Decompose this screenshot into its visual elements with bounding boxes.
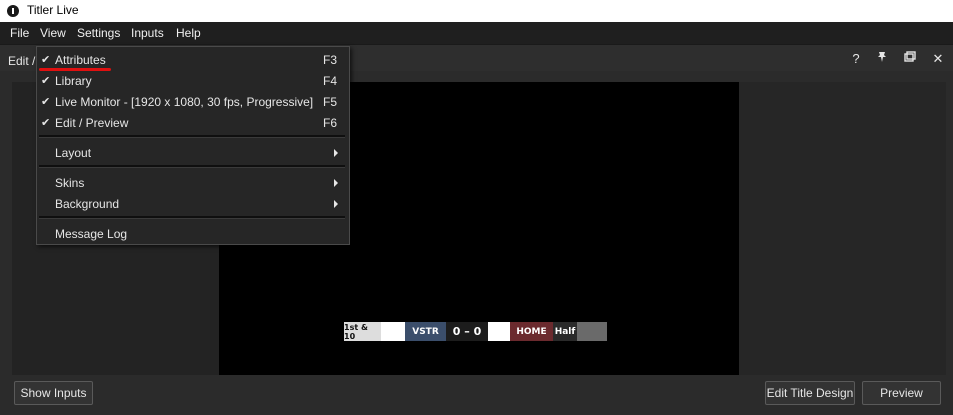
edit-title-design-button[interactable]: Edit Title Design	[765, 381, 855, 405]
pin-icon[interactable]	[874, 51, 890, 67]
menu-settings[interactable]: Settings	[77, 26, 120, 40]
scorebug-clock	[577, 322, 607, 341]
submenu-arrow-icon	[334, 179, 338, 187]
restore-icon[interactable]	[902, 51, 918, 67]
scorebug: 1st & 10 VSTR 0 – 0 HOME Half	[344, 322, 607, 341]
menu-item-shortcut: F6	[323, 116, 338, 130]
check-icon: ✔	[41, 117, 51, 129]
menu-item-label: Skins	[55, 176, 85, 190]
show-inputs-button[interactable]: Show Inputs	[14, 381, 93, 405]
scorebug-visitor-color	[381, 322, 405, 341]
menu-item-shortcut: F4	[323, 74, 338, 88]
close-icon[interactable]: ✕	[930, 51, 946, 67]
menu-file[interactable]: File	[10, 26, 29, 40]
scorebug-visitor: VSTR	[405, 322, 446, 341]
right-panel	[739, 82, 946, 375]
scorebug-score: 0 – 0	[446, 322, 488, 341]
menu-item-message-log[interactable]: Message Log	[37, 224, 349, 244]
menu-separator	[39, 216, 345, 219]
check-icon: ✔	[41, 54, 51, 66]
menu-view[interactable]: View	[40, 26, 66, 40]
menu-item-shortcut: F3	[323, 53, 338, 67]
menu-item-edit-preview[interactable]: ✔ Edit / Preview F6	[37, 113, 349, 133]
title-bar: Titler Live	[0, 0, 953, 22]
scorebug-period: Half	[553, 322, 577, 341]
menu-item-label: Message Log	[55, 227, 128, 241]
menu-item-label: Live Monitor - [1920 x 1080, 30 fps, Pro…	[55, 95, 314, 109]
menu-item-label: Attributes	[55, 53, 106, 67]
menu-item-live-monitor[interactable]: ✔ Live Monitor - [1920 x 1080, 30 fps, P…	[37, 92, 349, 112]
menu-separator	[39, 165, 345, 168]
menu-bar: File View Settings Inputs Help	[0, 22, 953, 44]
menu-item-library[interactable]: ✔ Library F4	[37, 71, 349, 91]
menu-item-attributes[interactable]: ✔ Attributes F3	[37, 50, 349, 70]
menu-item-label: Library	[55, 74, 92, 88]
view-menu-dropdown: ✔ Attributes F3 ✔ Library F4 ✔ Live Moni…	[36, 46, 350, 245]
scorebug-home-color	[488, 322, 510, 341]
scorebug-down: 1st & 10	[344, 322, 381, 341]
scorebug-home: HOME	[510, 322, 553, 341]
submenu-arrow-icon	[334, 149, 338, 157]
menu-item-skins[interactable]: Skins	[37, 173, 349, 193]
check-icon: ✔	[41, 96, 51, 108]
check-icon: ✔	[41, 75, 51, 87]
submenu-arrow-icon	[334, 200, 338, 208]
menu-item-layout[interactable]: Layout	[37, 143, 349, 163]
menu-separator	[39, 135, 345, 138]
preview-button[interactable]: Preview	[862, 381, 941, 405]
menu-item-label: Layout	[55, 146, 92, 160]
annotation-underline	[39, 68, 111, 71]
window-title: Titler Live	[27, 3, 79, 17]
menu-item-label: Background	[55, 197, 120, 211]
help-icon[interactable]: ?	[848, 51, 864, 67]
menu-item-shortcut: F5	[323, 95, 338, 109]
menu-help[interactable]: Help	[176, 26, 201, 40]
menu-item-label: Edit / Preview	[55, 116, 129, 130]
menu-inputs[interactable]: Inputs	[131, 26, 164, 40]
app-icon	[7, 5, 19, 17]
menu-item-background[interactable]: Background	[37, 194, 349, 214]
